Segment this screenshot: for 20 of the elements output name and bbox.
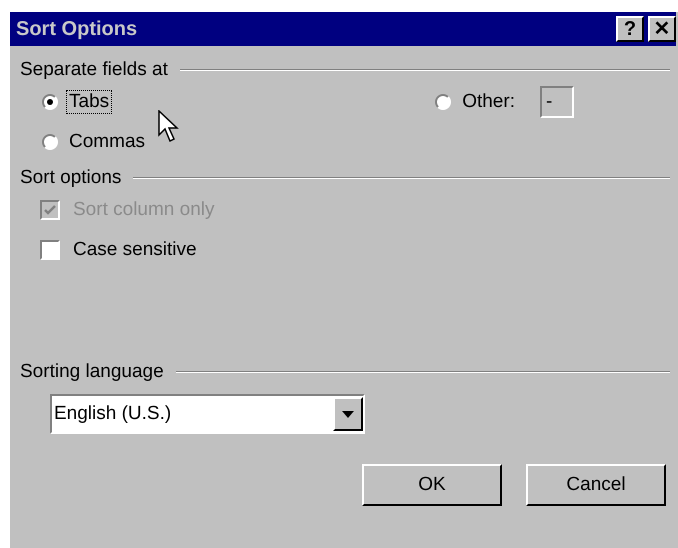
input-field[interactable]: - [540, 86, 574, 118]
radio-button[interactable] [42, 134, 58, 150]
radio-label[interactable]: Tabs [66, 90, 112, 114]
checkbox-label[interactable]: Case sensitive [70, 238, 200, 262]
checkbox[interactable] [40, 240, 60, 260]
radio-label[interactable]: Other: [459, 90, 518, 114]
window-title: Sort Options [16, 18, 138, 40]
radio-button[interactable] [435, 94, 452, 110]
group-label: Sort options [20, 167, 122, 189]
cancel-button[interactable]: Cancel [526, 464, 666, 506]
radio-label[interactable]: Commas [66, 130, 148, 154]
group-label: Sorting language [20, 361, 164, 383]
group-label: Separate fields at [20, 59, 168, 81]
close-button[interactable]: ✕ [648, 16, 676, 42]
mouse-pointer-icon [158, 110, 180, 144]
checkmark-icon [43, 203, 57, 217]
help-button[interactable]: ? [616, 16, 644, 42]
ok-button[interactable]: OK [362, 464, 502, 506]
radio-button[interactable] [42, 94, 58, 110]
language-dropdown[interactable]: English (U.S.) [50, 394, 365, 434]
